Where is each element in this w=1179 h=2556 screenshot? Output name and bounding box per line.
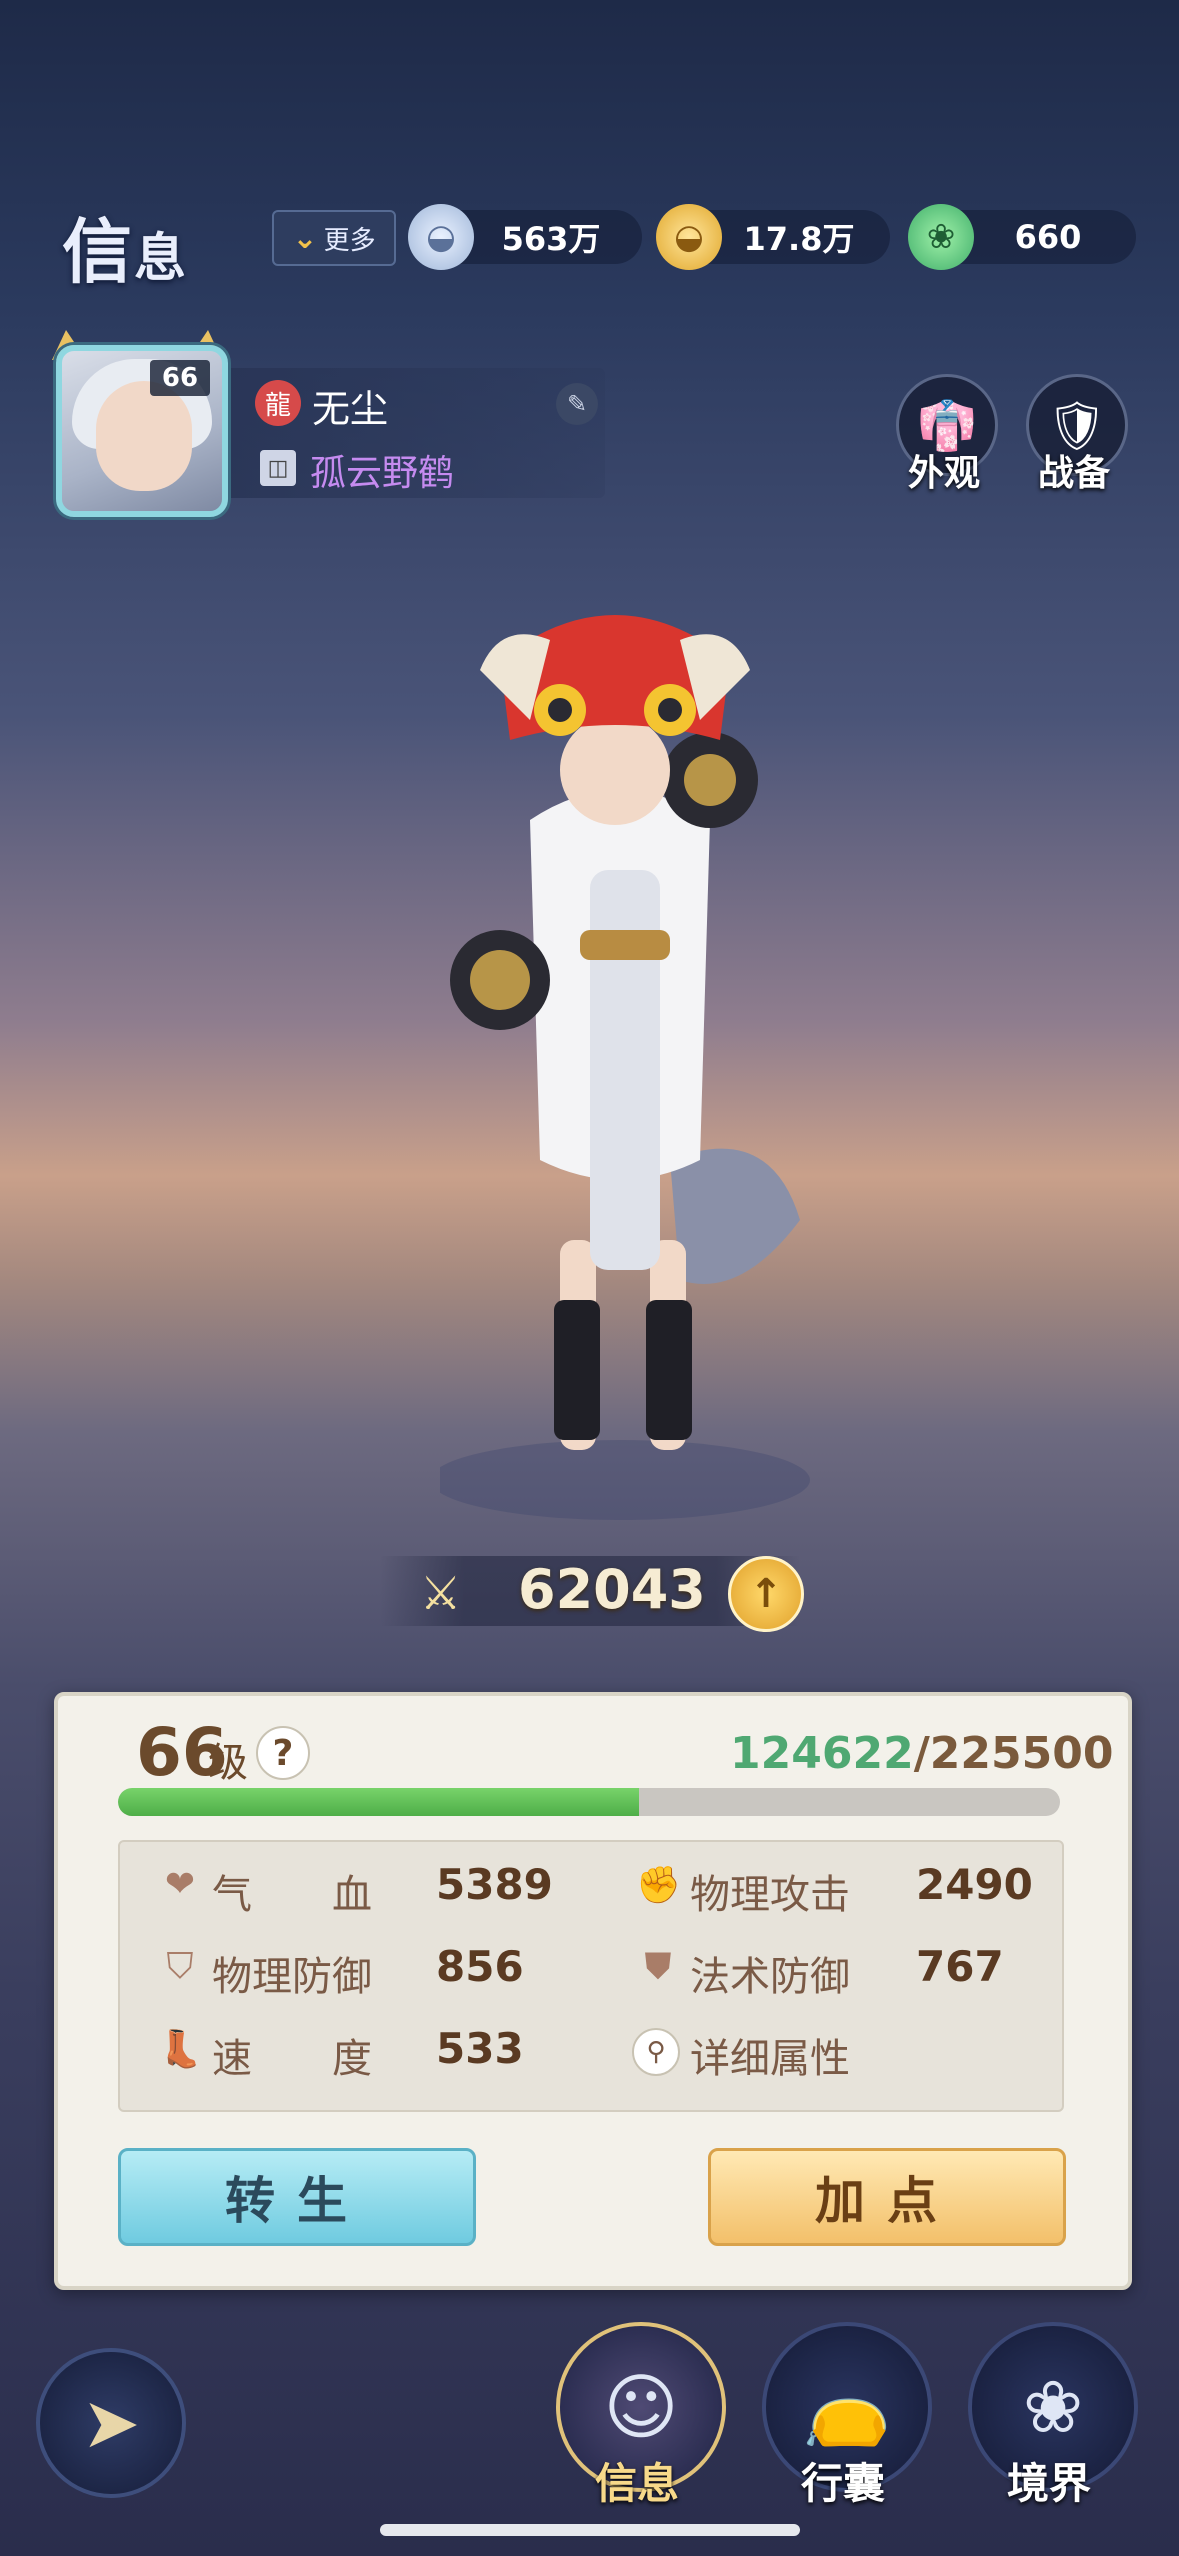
stat-value-magic-def: 767: [916, 1942, 1004, 1991]
detail-attributes-link[interactable]: 详细属性: [690, 2026, 850, 2084]
fist-icon: ✊: [636, 1865, 681, 1906]
exp-readout: 124622/225500: [730, 1728, 1114, 1779]
boot-icon: 👢: [158, 2029, 203, 2070]
player-title[interactable]: 孤云野鹤: [310, 444, 454, 496]
stat-label-magic-def: 法术防御: [690, 1954, 850, 2000]
gold-ingot-icon: ◒: [656, 204, 722, 270]
nav-bag-label[interactable]: 行囊: [762, 2450, 924, 2511]
magnifier-icon[interactable]: ⚲: [632, 2028, 680, 2076]
edit-name-icon[interactable]: ✎: [556, 383, 598, 425]
more-label: 更多: [323, 225, 376, 256]
exp-bar-fill: [118, 1788, 639, 1816]
exp-bar: [118, 1788, 1060, 1816]
stat-label-phys-def: 物理防御: [212, 1954, 372, 2000]
faction-icon: 龍: [255, 380, 301, 426]
stat-value-speed: 533: [436, 2024, 524, 2073]
equipment-label[interactable]: 战备: [1014, 444, 1134, 496]
gold-currency[interactable]: ◒ 17.8万: [656, 204, 890, 270]
power-up-button[interactable]: ↑: [728, 1556, 804, 1632]
title-icon: ◫: [260, 450, 296, 486]
stat-label-phys-atk: 物理攻击: [690, 1872, 850, 1918]
crossed-swords-icon: ⚔: [420, 1566, 462, 1620]
jade-currency[interactable]: ❀ 660: [908, 204, 1136, 270]
stat-value-phys-atk: 2490: [916, 1860, 1033, 1909]
avatar-level-badge: 66: [150, 360, 210, 396]
stat-label-hp: 气 血: [212, 1872, 372, 1918]
heart-icon: ❤: [164, 1864, 196, 1905]
back-arrow-icon[interactable]: ➤: [36, 2348, 186, 2498]
combat-power-value: 62043: [518, 1558, 706, 1621]
stat-value-phys-def: 856: [436, 1942, 524, 1991]
chevron-down-icon: ⌄: [292, 220, 318, 256]
stat-label-speed: 速 度: [212, 2036, 372, 2082]
character-model[interactable]: [440, 600, 820, 1550]
rebirth-button[interactable]: 转生: [118, 2148, 476, 2246]
stat-value-hp: 5389: [436, 1860, 553, 1909]
nav-info-label[interactable]: 信息: [556, 2450, 718, 2511]
nav-realm-label[interactable]: 境界: [968, 2450, 1130, 2511]
help-button[interactable]: ?: [256, 1726, 310, 1780]
home-indicator[interactable]: [380, 2524, 800, 2536]
level-suffix: 级: [208, 1740, 248, 1786]
page-title: 信息: [62, 211, 189, 293]
shield-icon: ⛉: [166, 1946, 194, 1987]
silver-ingot-icon: ◒: [408, 204, 474, 270]
add-points-button[interactable]: 加点: [708, 2148, 1066, 2246]
more-button[interactable]: ⌄ 更多: [272, 210, 396, 266]
outfit-label[interactable]: 外观: [884, 444, 1004, 496]
player-name: 无尘: [312, 387, 389, 431]
magic-shield-icon: ⛊: [644, 1946, 672, 1987]
jade-icon: ❀: [908, 204, 974, 270]
silver-currency[interactable]: ◒ 563万: [408, 204, 642, 270]
